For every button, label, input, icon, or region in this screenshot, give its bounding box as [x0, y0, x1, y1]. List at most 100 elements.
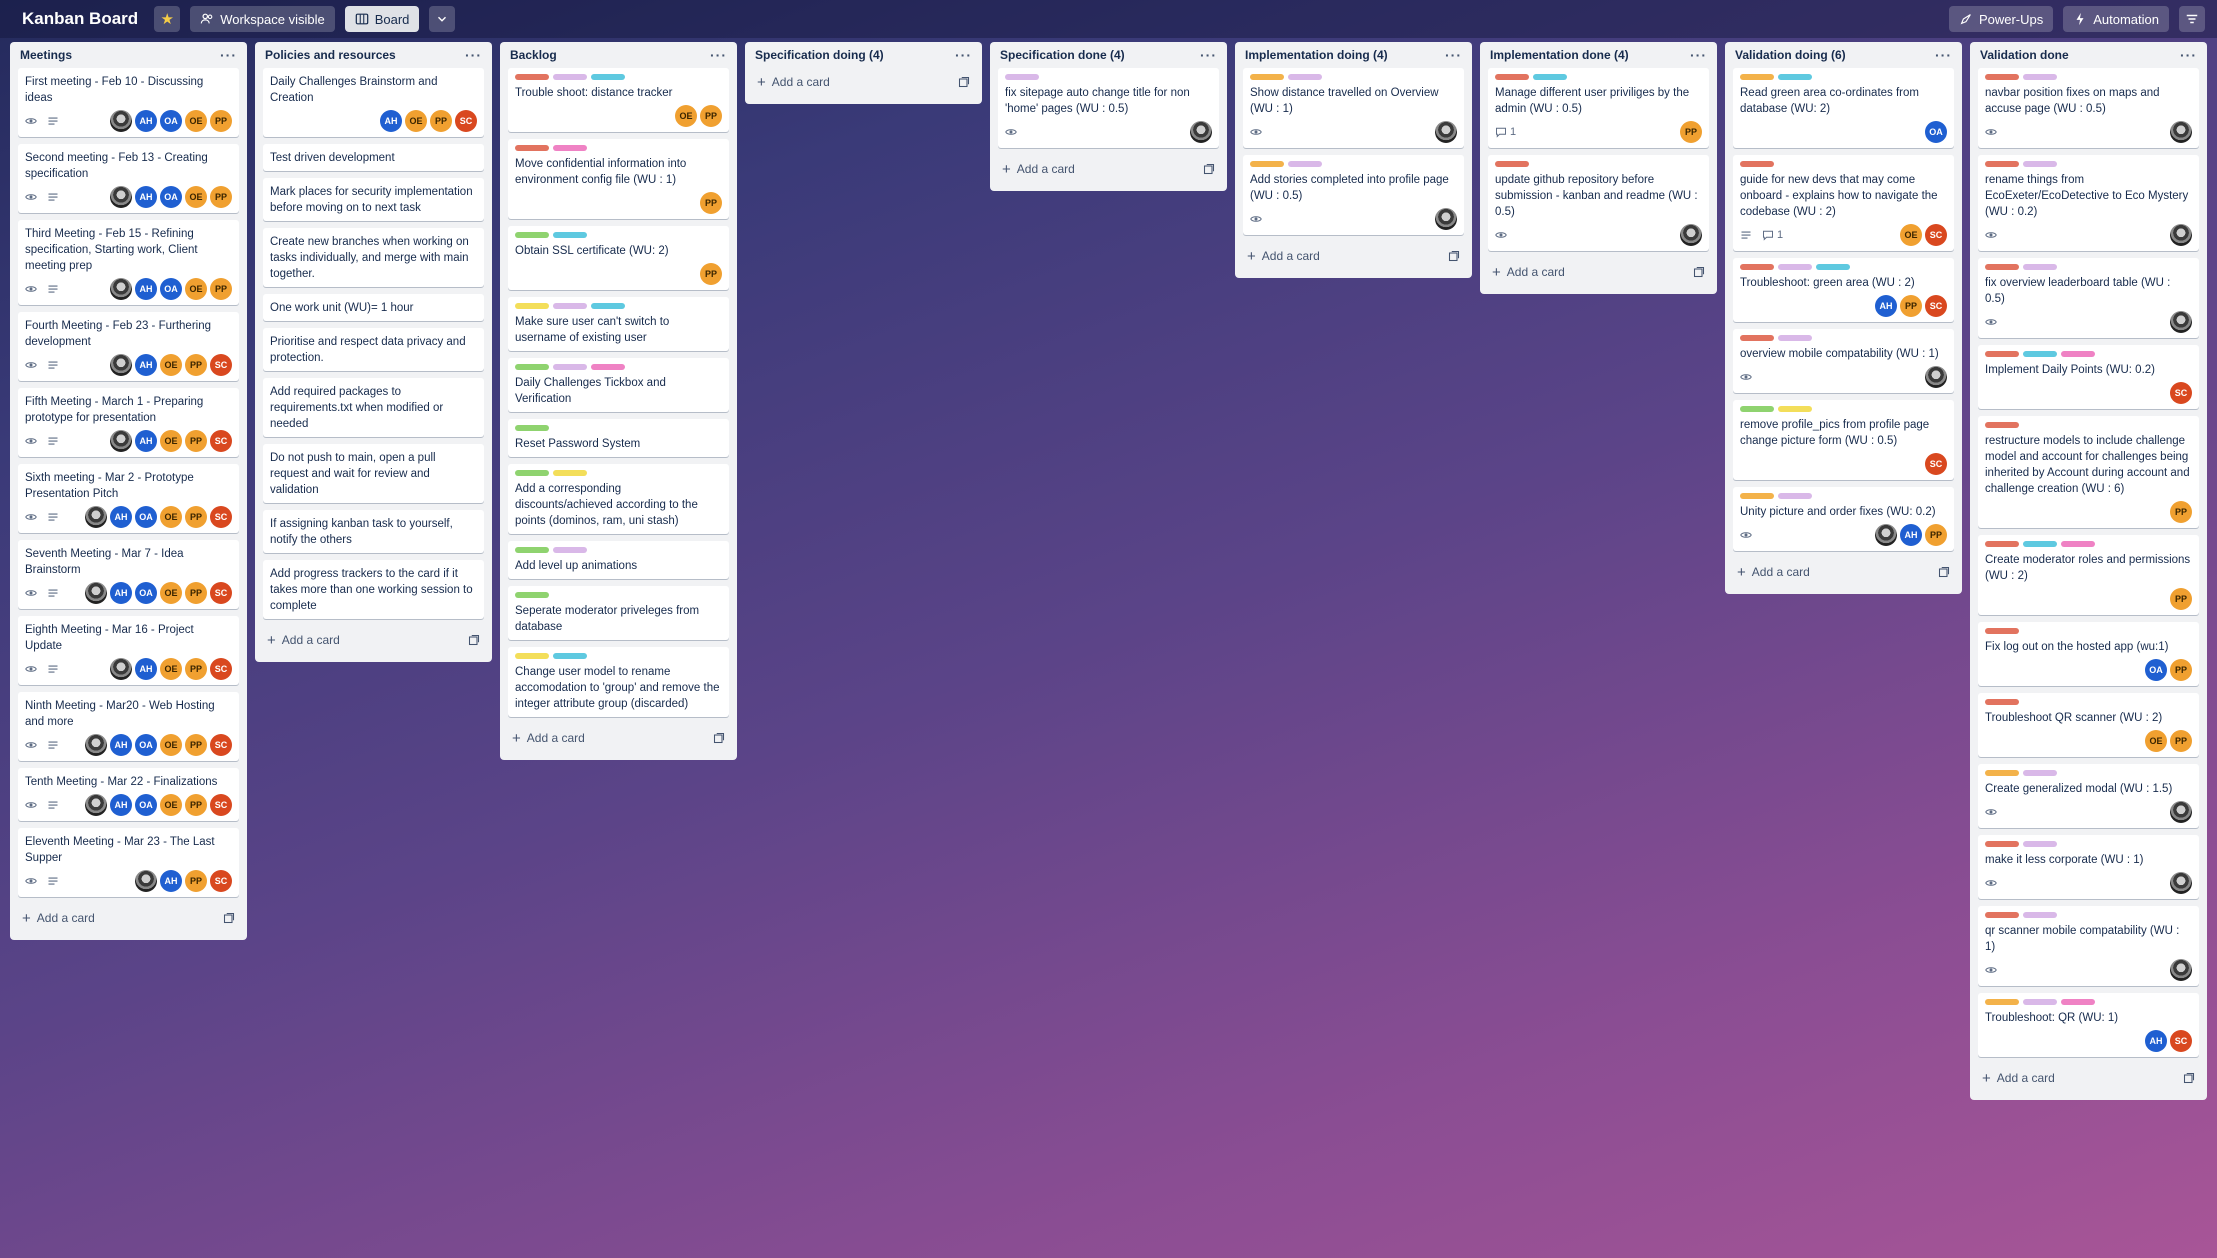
card[interactable]: Manage different user priviliges by the … [1488, 68, 1709, 148]
more-icon[interactable]: ··· [2180, 48, 2197, 62]
template-icon[interactable] [468, 634, 480, 646]
label-red[interactable] [1985, 912, 2019, 918]
avatar-photo[interactable] [1190, 121, 1212, 143]
label-orange[interactable] [1740, 493, 1774, 499]
avatar-photo[interactable] [110, 278, 132, 300]
label-purple[interactable] [1778, 264, 1812, 270]
label-red[interactable] [1985, 841, 2019, 847]
label-purple[interactable] [2023, 841, 2057, 847]
avatar-oe[interactable]: OE [675, 105, 697, 127]
label-teal[interactable] [1778, 74, 1812, 80]
label-teal[interactable] [2023, 351, 2057, 357]
avatar-photo[interactable] [2170, 959, 2192, 981]
label-red[interactable] [1985, 74, 2019, 80]
label-green[interactable] [515, 232, 549, 238]
label-red[interactable] [1985, 628, 2019, 634]
avatar-photo[interactable] [2170, 121, 2192, 143]
avatar-pp[interactable]: PP [1900, 295, 1922, 317]
card[interactable]: Prioritise and respect data privacy and … [263, 328, 484, 371]
card[interactable]: Reset Password System [508, 419, 729, 457]
list-title[interactable]: Implementation doing (4) [1245, 48, 1388, 62]
label-purple[interactable] [553, 74, 587, 80]
card[interactable]: Seventh Meeting - Mar 7 - Idea Brainstor… [18, 540, 239, 609]
label-pink[interactable] [2061, 541, 2095, 547]
card[interactable]: Test driven development [263, 144, 484, 171]
more-icon[interactable]: ··· [1690, 48, 1707, 62]
avatar-photo[interactable] [135, 870, 157, 892]
card[interactable]: Troubleshoot QR scanner (WU : 2) OE PP [1978, 693, 2199, 757]
avatar-pp[interactable]: PP [210, 110, 232, 132]
avatar-oa[interactable]: OA [135, 794, 157, 816]
avatar-sc[interactable]: SC [210, 582, 232, 604]
card[interactable]: restructure models to include challenge … [1978, 416, 2199, 528]
card[interactable]: Show distance travelled on Overview (WU … [1243, 68, 1464, 148]
card[interactable]: Daily Challenges Tickbox and Verificatio… [508, 358, 729, 412]
avatar-photo[interactable] [1875, 524, 1897, 546]
label-purple[interactable] [1778, 493, 1812, 499]
avatar-oe[interactable]: OE [1900, 224, 1922, 246]
visibility-button[interactable]: Workspace visible [190, 6, 335, 32]
more-icon[interactable]: ··· [955, 48, 972, 62]
label-purple[interactable] [1288, 161, 1322, 167]
label-pink[interactable] [591, 364, 625, 370]
card[interactable]: fix overview leaderboard table (WU : 0.5… [1978, 258, 2199, 338]
avatar-oa[interactable]: OA [2145, 659, 2167, 681]
avatar-pp[interactable]: PP [1925, 524, 1947, 546]
label-purple[interactable] [553, 547, 587, 553]
label-red[interactable] [1985, 699, 2019, 705]
avatar-pp[interactable]: PP [185, 354, 207, 376]
label-red[interactable] [1985, 264, 2019, 270]
card[interactable]: Obtain SSL certificate (WU: 2) PP [508, 226, 729, 290]
card[interactable]: Troubleshoot: green area (WU : 2) AH PP SC [1733, 258, 1954, 322]
label-red[interactable] [1495, 161, 1529, 167]
label-orange[interactable] [1985, 999, 2019, 1005]
label-teal[interactable] [2023, 541, 2057, 547]
avatar-sc[interactable]: SC [210, 734, 232, 756]
add-card-button[interactable]: + Add a card [508, 724, 729, 752]
label-yellow[interactable] [515, 653, 549, 659]
card[interactable]: Add a corresponding discounts/achieved a… [508, 464, 729, 534]
label-teal[interactable] [1533, 74, 1567, 80]
label-purple[interactable] [2023, 74, 2057, 80]
list-title[interactable]: Policies and resources [265, 48, 396, 62]
template-icon[interactable] [1693, 266, 1705, 278]
powerups-button[interactable]: Power-Ups [1948, 6, 2054, 32]
avatar-oe[interactable]: OE [160, 430, 182, 452]
avatar-pp[interactable]: PP [185, 658, 207, 680]
label-purple[interactable] [2023, 770, 2057, 776]
label-red[interactable] [1985, 351, 2019, 357]
card[interactable]: overview mobile compatability (WU : 1) [1733, 329, 1954, 393]
filter-button[interactable] [2179, 6, 2205, 32]
label-pink[interactable] [2061, 999, 2095, 1005]
avatar-ah[interactable]: AH [135, 278, 157, 300]
card[interactable]: Add level up animations [508, 541, 729, 579]
label-red[interactable] [515, 74, 549, 80]
avatar-oa[interactable]: OA [135, 506, 157, 528]
card[interactable]: Sixth meeting - Mar 2 - Prototype Presen… [18, 464, 239, 533]
avatar-sc[interactable]: SC [210, 870, 232, 892]
list-title[interactable]: Specification done (4) [1000, 48, 1125, 62]
avatar-sc[interactable]: SC [1925, 453, 1947, 475]
avatar-pp[interactable]: PP [210, 278, 232, 300]
avatar-oe[interactable]: OE [160, 658, 182, 680]
list-title[interactable]: Implementation done (4) [1490, 48, 1629, 62]
label-yellow[interactable] [553, 470, 587, 476]
avatar-photo[interactable] [2170, 872, 2192, 894]
avatar-ah[interactable]: AH [110, 794, 132, 816]
card[interactable]: One work unit (WU)= 1 hour [263, 294, 484, 321]
label-green[interactable] [515, 547, 549, 553]
list-title[interactable]: Meetings [20, 48, 72, 62]
label-purple[interactable] [2023, 161, 2057, 167]
label-yellow[interactable] [1778, 406, 1812, 412]
avatar-oe[interactable]: OE [160, 506, 182, 528]
card[interactable]: Tenth Meeting - Mar 22 - Finalizations AH… [18, 768, 239, 821]
card[interactable]: rename things from EcoExeter/EcoDetectiv… [1978, 155, 2199, 251]
card[interactable]: Implement Daily Points (WU: 0.2) SC [1978, 345, 2199, 409]
more-icon[interactable]: ··· [220, 48, 237, 62]
avatar-pp[interactable]: PP [2170, 659, 2192, 681]
avatar-ah[interactable]: AH [2145, 1030, 2167, 1052]
label-purple[interactable] [1778, 335, 1812, 341]
avatar-ah[interactable]: AH [135, 186, 157, 208]
template-icon[interactable] [2183, 1072, 2195, 1084]
avatar-photo[interactable] [110, 658, 132, 680]
